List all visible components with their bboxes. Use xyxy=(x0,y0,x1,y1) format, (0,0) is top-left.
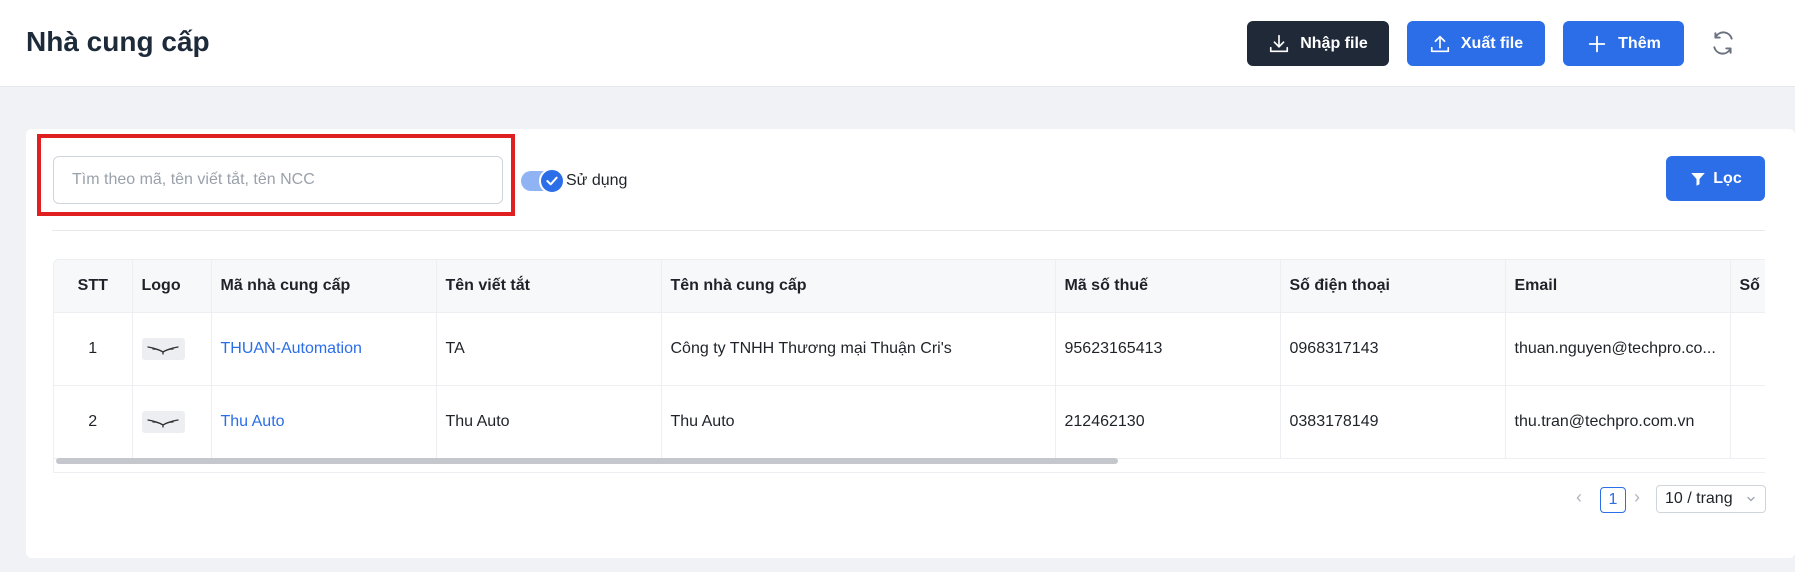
export-file-button[interactable]: Xuất file xyxy=(1407,21,1545,66)
cell-code[interactable]: Thu Auto xyxy=(211,385,437,459)
page-size-select[interactable]: 10 / trang xyxy=(1656,485,1766,513)
page-title: Nhà cung cấp xyxy=(26,26,210,57)
column-header-phone[interactable]: Số điện thoại xyxy=(1280,260,1506,313)
divider xyxy=(52,230,1765,231)
refresh-icon[interactable] xyxy=(1710,30,1736,56)
supplier-logo xyxy=(141,337,185,360)
add-button[interactable]: Thêm xyxy=(1563,21,1684,66)
table-header-row: STT Logo Mã nhà cung cấp Tên viết tắt Tê… xyxy=(54,260,1765,313)
active-toggle-knob[interactable] xyxy=(539,168,565,194)
supplier-card: Sử dụng Lọc STT Logo Mã nhà cung cấp Tên… xyxy=(26,129,1795,558)
table-row[interactable]: 2 Thu Auto Thu Auto Thu Auto 212462130 0… xyxy=(54,385,1765,459)
supplier-code-link[interactable]: Thu Auto xyxy=(221,413,285,430)
import-file-button[interactable]: Nhập file xyxy=(1247,21,1389,66)
prev-page-icon[interactable]: ‹ xyxy=(1576,487,1582,508)
next-page-icon[interactable]: › xyxy=(1634,487,1640,508)
cell-name: Công ty TNHH Thương mại Thuận Cri's xyxy=(661,312,1056,386)
supplier-code-link[interactable]: THUAN-Automation xyxy=(221,340,362,357)
column-header-code[interactable]: Mã nhà cung cấp xyxy=(211,260,437,313)
horizontal-scrollbar[interactable] xyxy=(56,458,1118,464)
cell-more xyxy=(1730,312,1765,386)
cell-more xyxy=(1730,385,1765,459)
cell-phone: 0383178149 xyxy=(1280,385,1506,459)
table-row[interactable]: 1 THUAN-Automation TA Công ty TNHH Thươn… xyxy=(54,312,1765,386)
cell-phone: 0968317143 xyxy=(1280,312,1506,386)
column-header-stt[interactable]: STT xyxy=(54,260,133,313)
check-icon xyxy=(546,176,558,186)
supplier-table: STT Logo Mã nhà cung cấp Tên viết tắt Tê… xyxy=(53,259,1765,473)
column-header-email[interactable]: Email xyxy=(1505,260,1731,313)
cell-short-name: TA xyxy=(436,312,662,386)
cell-stt: 1 xyxy=(54,312,133,386)
cell-short-name: Thu Auto xyxy=(436,385,662,459)
upload-icon xyxy=(1430,35,1449,52)
cell-tax: 95623165413 xyxy=(1055,312,1281,386)
column-header-short-name[interactable]: Tên viết tắt xyxy=(436,260,662,313)
search-input[interactable] xyxy=(53,156,503,204)
import-file-label: Nhập file xyxy=(1300,34,1368,52)
plus-icon xyxy=(1588,35,1606,52)
cell-logo xyxy=(132,312,212,386)
download-icon xyxy=(1270,34,1289,52)
column-header-tax[interactable]: Mã số thuế xyxy=(1055,260,1281,313)
supplier-logo xyxy=(141,410,185,433)
page-header: Nhà cung cấp Nhập file Xuất file Thêm xyxy=(0,0,1795,87)
page-size-value: 10 / trang xyxy=(1665,490,1733,507)
cell-name: Thu Auto xyxy=(661,385,1056,459)
column-header-logo[interactable]: Logo xyxy=(132,260,212,313)
wings-logo-icon xyxy=(147,345,179,355)
funnel-icon xyxy=(1691,172,1706,186)
column-header-more[interactable]: Số l xyxy=(1730,260,1765,313)
cell-code[interactable]: THUAN-Automation xyxy=(211,312,437,386)
column-header-name[interactable]: Tên nhà cung cấp xyxy=(661,260,1056,313)
chevron-down-icon xyxy=(1747,496,1755,502)
wings-logo-icon xyxy=(147,418,179,428)
cell-email: thuan.nguyen@techpro.co... xyxy=(1505,312,1731,386)
export-file-label: Xuất file xyxy=(1460,34,1524,52)
active-toggle-label: Sử dụng xyxy=(566,172,628,189)
filter-label: Lọc xyxy=(1713,169,1742,187)
page-number-button[interactable]: 1 xyxy=(1600,487,1626,513)
cell-stt: 2 xyxy=(54,385,133,459)
add-label: Thêm xyxy=(1618,34,1661,52)
cell-logo xyxy=(132,385,212,459)
cell-tax: 212462130 xyxy=(1055,385,1281,459)
filter-button[interactable]: Lọc xyxy=(1666,156,1765,201)
cell-email: thu.tran@techpro.com.vn xyxy=(1505,385,1731,459)
